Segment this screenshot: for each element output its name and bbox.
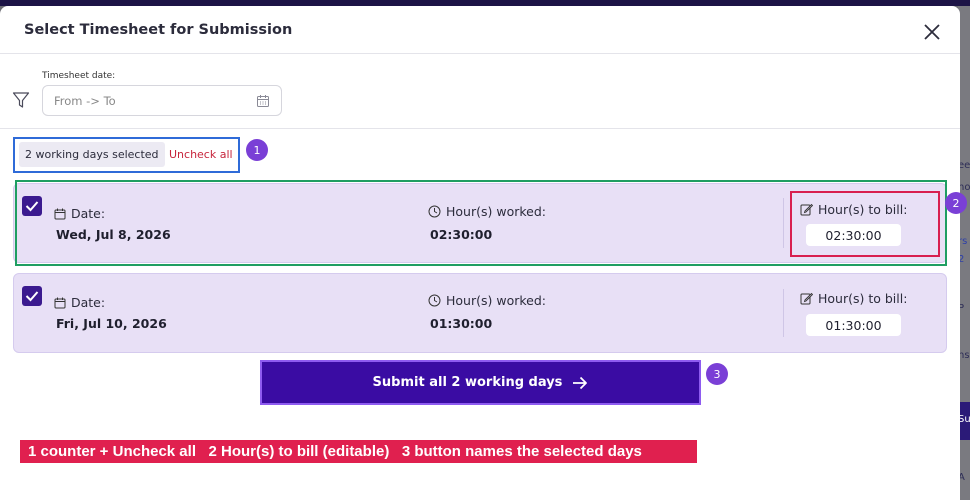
hours-worked-value: 02:30:00 [430, 227, 493, 242]
annotation-badge-1: 1 [246, 139, 268, 161]
clock-icon [428, 294, 441, 307]
filter-row: Timesheet date: From -> To [0, 54, 960, 129]
hours-to-bill-label: Hour(s) to bill: [800, 291, 907, 306]
close-icon[interactable] [922, 22, 942, 42]
hours-to-bill-label: Hour(s) to bill: [800, 202, 907, 217]
hours-to-bill-label-text: Hour(s) to bill: [818, 202, 908, 217]
submit-button[interactable]: Submit all 2 working days [260, 360, 701, 405]
hours-worked-label-text: Hour(s) worked: [446, 204, 546, 219]
check-icon [25, 291, 39, 302]
row-divider [783, 198, 784, 248]
hours-to-bill-input[interactable]: 02:30:00 [806, 224, 901, 246]
hours-worked-label: Hour(s) worked: [428, 204, 546, 219]
date-range-input[interactable]: From -> To [42, 85, 282, 116]
submit-button-label: Submit all 2 working days [372, 375, 563, 390]
row-divider [783, 289, 784, 337]
row-checkbox[interactable] [22, 286, 42, 306]
timesheet-row: Date: Fri, Jul 10, 2026 Hour(s) worked: … [13, 273, 947, 353]
hours-worked-value: 01:30:00 [430, 316, 493, 331]
hours-to-bill-label-text: Hour(s) to bill: [818, 291, 908, 306]
calendar-icon [54, 208, 66, 219]
calendar-icon [54, 297, 66, 308]
row-checkbox[interactable] [22, 196, 42, 216]
date-range-placeholder: From -> To [54, 93, 116, 108]
calendar-icon[interactable] [256, 94, 270, 108]
selection-counter-box: 2 working days selected Uncheck all [13, 137, 240, 173]
annotation-badge-2: 2 [945, 192, 967, 214]
edit-icon [800, 292, 813, 305]
check-icon [25, 201, 39, 212]
hours-worked-label: Hour(s) worked: [428, 293, 546, 308]
uncheck-all-link[interactable]: Uncheck all [169, 148, 233, 161]
row-date: Fri, Jul 10, 2026 [56, 316, 167, 331]
selected-days-counter: 2 working days selected [19, 142, 165, 167]
date-label-text: Date: [71, 206, 106, 221]
dialog-header: Select Timesheet for Submission [0, 6, 960, 54]
annotation-badge-3: 3 [706, 363, 728, 385]
clock-icon [428, 205, 441, 218]
filter-icon[interactable] [12, 91, 30, 109]
row-date: Wed, Jul 8, 2026 [56, 227, 171, 242]
timesheet-row: Date: Wed, Jul 8, 2026 Hour(s) worked: 0… [13, 183, 947, 263]
timesheet-date-label: Timesheet date: [42, 71, 116, 81]
annotation-caption: 1 counter + Uncheck all 2 Hour(s) to bil… [20, 440, 697, 463]
dialog-title: Select Timesheet for Submission [24, 21, 293, 38]
hours-to-bill-input[interactable]: 01:30:00 [806, 314, 901, 336]
arrow-right-icon [573, 376, 588, 389]
date-field-label: Date: [54, 295, 105, 310]
date-label-text: Date: [71, 295, 106, 310]
date-field-label: Date: [54, 206, 105, 221]
hours-worked-label-text: Hour(s) worked: [446, 293, 546, 308]
edit-icon [800, 203, 813, 216]
